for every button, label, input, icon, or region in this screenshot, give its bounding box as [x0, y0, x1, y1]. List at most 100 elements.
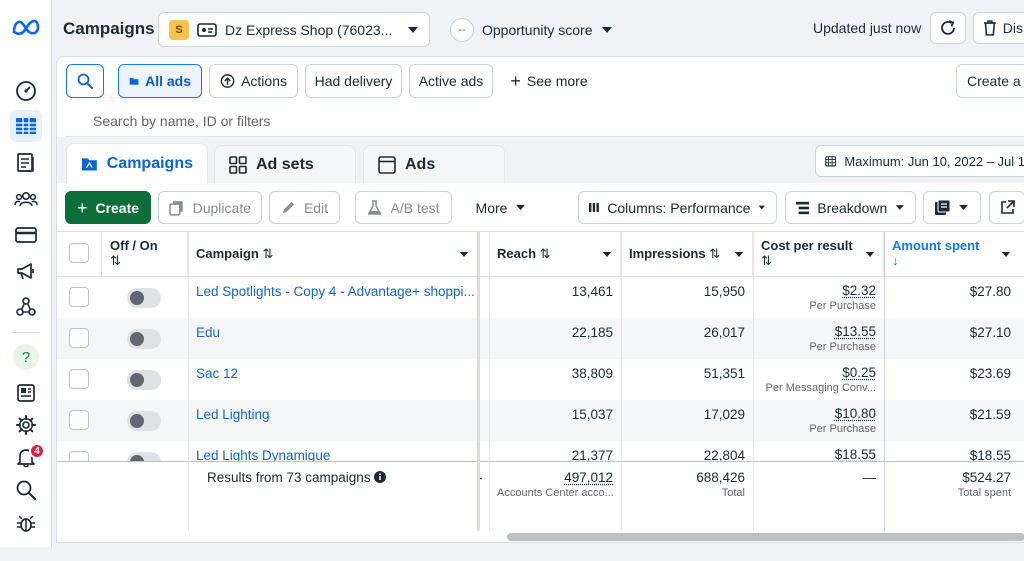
reach-cell: 15,037: [571, 407, 613, 422]
column-divider: [489, 232, 490, 531]
column-amount-spent[interactable]: Amount spent ↓: [884, 232, 1024, 276]
create-button[interactable]: + Create: [65, 191, 151, 224]
duplicate-button[interactable]: Duplicate: [158, 191, 262, 224]
opportunity-score-dropdown[interactable]: -- Opportunity score: [450, 16, 613, 44]
filter-all-ads[interactable]: All ads: [118, 64, 202, 98]
table-row[interactable]: Sac 12 38,809 51,351 $0.25 Per Messaging …: [57, 359, 1024, 400]
filter-had-delivery[interactable]: Had delivery: [305, 64, 402, 98]
column-off-on-label: Off / On: [110, 238, 158, 253]
frozen-column-divider[interactable]: [477, 232, 480, 531]
row-checkbox[interactable]: [69, 328, 89, 348]
total-spent-sub: Total spent: [957, 487, 1011, 499]
table-toolbar: + Create Duplicate Edit A/B test More Co…: [57, 183, 1024, 231]
see-more-filters-button[interactable]: + See more: [501, 64, 597, 98]
more-actions-dropdown[interactable]: More: [461, 191, 541, 224]
cost-per-result-value[interactable]: $0.25: [842, 365, 876, 380]
horizontal-scrollbar[interactable]: [507, 533, 1024, 541]
column-campaign[interactable]: Campaign ⇅: [188, 232, 478, 276]
info-icon[interactable]: [374, 471, 387, 483]
select-all-checkbox[interactable]: [69, 243, 89, 263]
megaphone-icon[interactable]: [10, 255, 42, 287]
column-off-on[interactable]: Off / On ⇅: [102, 232, 188, 276]
campaign-toggle[interactable]: [127, 411, 161, 431]
table-row[interactable]: Led Spotlights - Copy 4 - Advantage+ sho…: [57, 277, 1024, 318]
ab-test-button[interactable]: A/B test: [355, 191, 452, 224]
duplicate-label: Duplicate: [192, 199, 251, 216]
ad-sets-grid-icon: [229, 155, 247, 174]
sort-icon: ⇅: [110, 253, 121, 268]
flask-icon: [368, 199, 382, 215]
campaigns-table-icon[interactable]: [10, 110, 42, 142]
cost-per-result-value[interactable]: $18.55: [835, 447, 876, 462]
tab-ad-sets[interactable]: Ad sets: [214, 145, 356, 183]
campaign-name-link[interactable]: Led Lighting: [196, 407, 270, 422]
column-amount-spent-label: Amount spent: [892, 238, 980, 253]
impressions-cell: 15,950: [703, 284, 745, 299]
total-cost-per-result: —: [862, 470, 877, 485]
svg-text:?: ?: [22, 349, 30, 366]
campaign-toggle[interactable]: [127, 329, 161, 349]
audiences-icon[interactable]: [10, 183, 42, 215]
campaign-toggle[interactable]: [127, 288, 161, 308]
campaign-toggle[interactable]: [127, 370, 161, 390]
cost-per-result-value[interactable]: $13.55: [835, 324, 876, 339]
search-icon[interactable]: [10, 474, 42, 506]
campaign-name-link[interactable]: Sac 12: [196, 366, 238, 381]
tab-ads[interactable]: Ads: [363, 145, 505, 183]
calendar-icon: [825, 156, 837, 167]
total-spent-value: $524.27: [962, 470, 1011, 485]
pages-icon[interactable]: [10, 146, 42, 178]
row-checkbox[interactable]: [69, 287, 89, 307]
column-impressions[interactable]: Impressions ⇅: [621, 232, 753, 276]
search-input[interactable]: [65, 104, 1024, 137]
chevron-down-icon: [602, 252, 612, 257]
tab-ad-sets-label: Ad sets: [256, 155, 314, 173]
settings-gear-icon[interactable]: [10, 409, 42, 441]
events-manager-icon[interactable]: [10, 291, 42, 323]
breakdown-dropdown[interactable]: Breakdown: [785, 191, 916, 224]
campaign-name-link[interactable]: Edu: [196, 325, 220, 340]
columns-dropdown[interactable]: Columns: Performance: [578, 191, 777, 224]
edit-button[interactable]: Edit: [269, 191, 340, 224]
account-avatar: S: [169, 19, 189, 40]
total-reach: 497,012 Accounts Center acco...: [489, 462, 621, 503]
cost-per-result-value[interactable]: $2.32: [842, 283, 876, 298]
filter-active-ads[interactable]: Active ads: [409, 64, 493, 98]
cost-per-result-value[interactable]: $10.80: [835, 406, 876, 421]
table-row[interactable]: Led Lighting 15,037 17,029 $10.80 Per Pur…: [57, 400, 1024, 441]
search-toggle-button[interactable]: [66, 64, 104, 98]
column-reach[interactable]: Reach ⇅: [489, 232, 621, 276]
column-divider: [188, 232, 189, 531]
columns-label: Columns: Performance: [607, 199, 751, 216]
date-range-picker[interactable]: Maximum: Jun 10, 2022 – Jul 1: [815, 145, 1024, 177]
duplicate-icon: [169, 200, 183, 216]
total-impressions-sub: Total: [721, 487, 745, 499]
tab-campaigns[interactable]: Campaigns: [66, 143, 208, 183]
reports-dropdown[interactable]: [923, 191, 981, 224]
discard-label: Dis: [1002, 20, 1023, 36]
campaign-name-link[interactable]: Led Spotlights - Copy 4 - Advantage+ sho…: [196, 284, 475, 299]
export-button[interactable]: [989, 191, 1024, 224]
opportunity-score-label: Opportunity score: [482, 22, 593, 38]
table-row[interactable]: Edu 22,185 26,017 $13.55 Per Purchase $27…: [57, 318, 1024, 359]
reach-cell: 38,809: [571, 366, 613, 381]
billing-card-icon[interactable]: [10, 219, 42, 251]
sort-icon: ⇅: [262, 246, 274, 261]
chevron-down-icon: [459, 252, 469, 257]
row-checkbox[interactable]: [69, 410, 89, 430]
nav-divider: [12, 332, 40, 333]
help-icon[interactable]: ?: [10, 341, 42, 373]
refresh-button[interactable]: [930, 12, 966, 44]
filter-actions[interactable]: Actions: [209, 64, 298, 98]
row-checkbox[interactable]: [69, 369, 89, 389]
create-view-button[interactable]: Create a v: [956, 64, 1024, 98]
total-reach-value[interactable]: 497,012: [564, 470, 613, 485]
ad-account-selector[interactable]: S Dz Express Shop (76023...: [158, 12, 430, 47]
result-type: Per Purchase: [809, 423, 876, 435]
meta-logo-icon[interactable]: [11, 16, 41, 38]
bug-report-icon[interactable]: [10, 507, 42, 539]
column-cost-per-result[interactable]: Cost per result ⇅: [753, 232, 884, 276]
overview-gauge-icon[interactable]: [10, 75, 42, 107]
news-icon[interactable]: [10, 377, 42, 409]
discard-drafts-button[interactable]: Dis: [973, 12, 1024, 44]
